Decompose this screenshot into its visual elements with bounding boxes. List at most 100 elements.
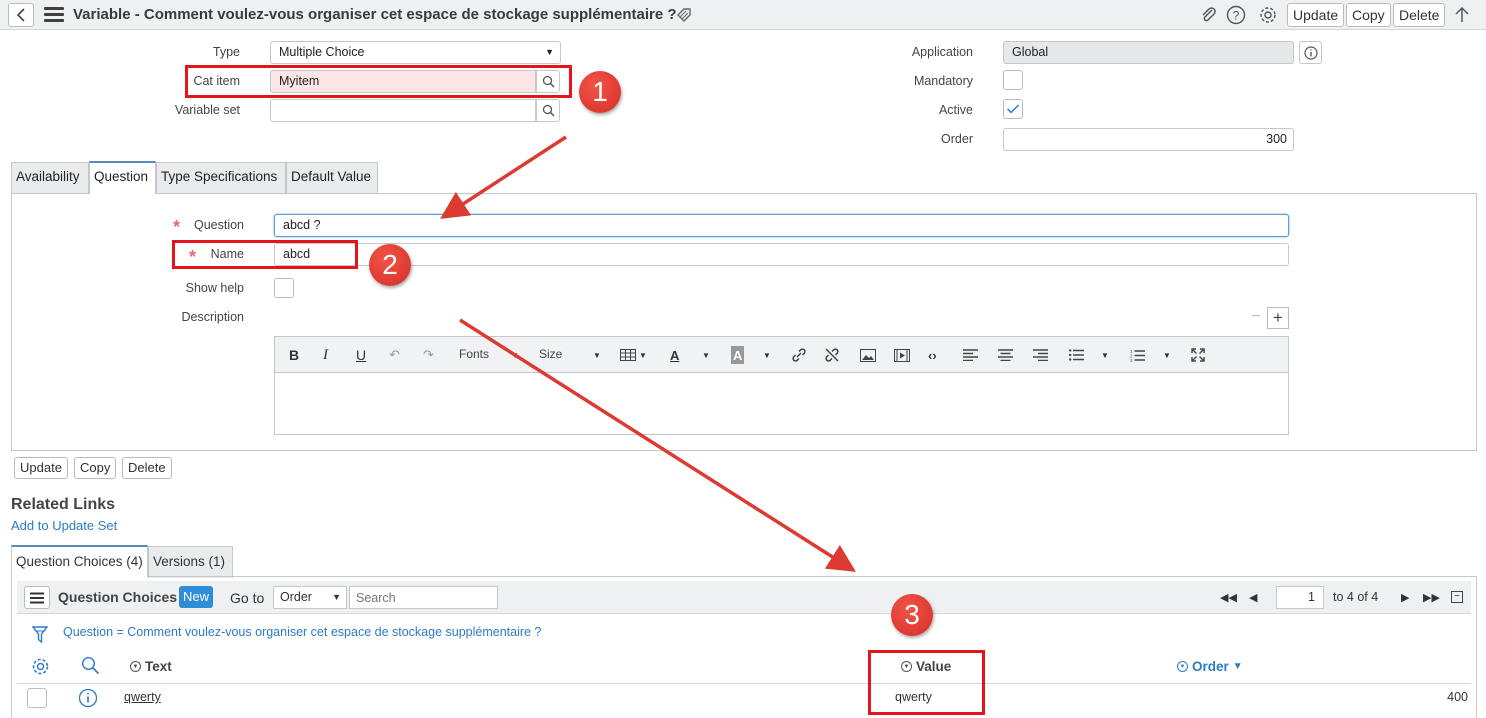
column-menu-icon[interactable]: ▼ [1177,661,1188,672]
annotation-badge-1: 1 [579,71,621,113]
name-input[interactable]: abcd [274,243,1289,266]
link-icon[interactable] [791,346,807,364]
table-icon[interactable]: ▼ [620,346,647,364]
previous-page-icon[interactable]: ◀ [1249,591,1257,604]
underline-icon[interactable]: U [356,346,366,364]
caret-down-icon: ▼ [763,350,771,360]
column-menu-icon[interactable]: ▼ [130,661,141,672]
text-color-icon[interactable]: A [670,346,679,364]
mandatory-checkbox[interactable] [1003,70,1023,90]
type-value: Multiple Choice [279,45,365,59]
list-search-input[interactable] [349,586,498,609]
goto-field-select[interactable]: Order ▼ [273,586,347,609]
search-icon [542,104,555,117]
redo-icon[interactable]: ↷ [423,346,434,364]
row-text-link[interactable]: qwerty [124,690,161,704]
column-text-label: Text [145,659,172,674]
type-label: Type [212,45,240,59]
tab-default-value[interactable]: Default Value [286,162,378,194]
tab-question[interactable]: Question [89,161,156,194]
column-header-order[interactable]: ▼ Order ▼ [1177,659,1243,674]
filter-icon[interactable] [31,626,49,647]
column-header-text[interactable]: ▼ Text [130,659,172,674]
update-button[interactable]: Update [1287,3,1345,27]
editor-toolbar: B I U ↶ ↷ Fonts ▼ Size ▼ ▼ A ▼ A ▼ ‹› ▼ … [275,337,1288,373]
bullet-list-icon[interactable] [1069,346,1084,364]
bold-icon[interactable]: B [289,346,299,364]
new-button[interactable]: New [179,586,213,608]
caret-down-icon: ▼ [545,47,554,57]
highlight-box-cat-item [185,65,572,98]
row-info-icon[interactable] [78,688,98,711]
help-icon[interactable]: ? [1226,5,1246,25]
bottom-update-button[interactable]: Update [14,457,68,479]
tab-availability[interactable]: Availability [11,162,89,194]
list-search-icon[interactable] [81,656,100,678]
collapse-editor-button[interactable]: − [1245,307,1267,329]
order-label: Order [941,132,973,146]
add-to-update-set-link[interactable]: Add to Update Set [11,518,117,533]
show-help-label: Show help [185,281,244,295]
video-icon[interactable] [894,346,910,364]
align-left-icon[interactable] [963,346,978,364]
highlight-box-value [868,650,985,715]
filter-breadcrumb[interactable]: Question = Comment voulez-vous organiser… [63,625,541,639]
copy-button[interactable]: Copy [1346,3,1391,27]
goto-label: Go to [230,590,265,606]
annotation-badge-2: 2 [369,244,411,286]
bottom-delete-button[interactable]: Delete [122,457,172,479]
goto-field-value: Order [280,590,312,604]
checkmark-icon [1006,104,1020,114]
tag-icon[interactable] [674,5,694,25]
next-page-icon[interactable]: ▶ [1401,591,1409,604]
list-title: Question Choices [58,589,178,605]
menu-icon [30,592,44,603]
tab-type-specifications[interactable]: Type Specifications [156,162,286,194]
tab-question-choices[interactable]: Question Choices (4) [11,545,148,577]
align-center-icon[interactable] [998,346,1013,364]
variable-set-input[interactable] [270,99,536,122]
annotation-badge-3: 3 [891,594,933,636]
list-menu-button[interactable] [24,586,50,609]
description-editor[interactable]: B I U ↶ ↷ Fonts ▼ Size ▼ ▼ A ▼ A ▼ ‹› ▼ … [274,336,1289,435]
last-page-icon[interactable]: ▶▶ [1423,591,1440,604]
undo-icon[interactable]: ↶ [389,346,400,364]
image-icon[interactable] [860,346,876,364]
menu-icon[interactable] [44,7,64,23]
gear-icon[interactable] [1258,5,1278,25]
size-dropdown[interactable]: Size [539,347,562,361]
expand-editor-button[interactable]: + [1267,307,1289,329]
fonts-dropdown[interactable]: Fonts [459,347,489,361]
question-label: Question [193,218,244,232]
order-input[interactable]: 300 [1003,128,1294,151]
code-icon[interactable]: ‹› [928,346,937,364]
back-button[interactable] [8,3,34,27]
fullscreen-icon[interactable] [1191,346,1205,364]
caret-down-icon: ▼ [702,350,710,360]
align-right-icon[interactable] [1033,346,1048,364]
application-info-button[interactable] [1299,41,1322,64]
numbered-list-icon[interactable]: 123 [1130,346,1145,364]
list-settings-gear-icon[interactable] [31,657,50,679]
page-number-input[interactable]: 1 [1276,586,1324,609]
italic-icon[interactable]: I [323,346,328,364]
show-help-checkbox[interactable] [274,278,294,298]
background-color-icon[interactable]: A [731,346,745,364]
question-input[interactable]: abcd ? [274,214,1289,237]
chevron-left-icon [16,8,25,22]
tab-versions[interactable]: Versions (1) [148,546,233,578]
row-select-checkbox[interactable] [27,688,47,708]
type-select[interactable]: Multiple Choice ▼ [270,41,561,64]
variable-set-label: Variable set [174,103,240,117]
variable-set-lookup-button[interactable] [536,99,560,122]
bottom-copy-button[interactable]: Copy [74,457,117,479]
divider [17,683,1471,684]
unlink-icon[interactable] [824,346,840,364]
arrow-up-icon[interactable] [1452,5,1472,25]
first-page-icon[interactable]: ◀◀ [1220,591,1237,604]
attachment-icon[interactable] [1199,5,1219,25]
delete-button[interactable]: Delete [1393,3,1446,27]
active-checkbox[interactable] [1003,99,1023,119]
application-field: Global [1003,41,1294,64]
collapse-list-icon[interactable]: − [1451,591,1463,603]
